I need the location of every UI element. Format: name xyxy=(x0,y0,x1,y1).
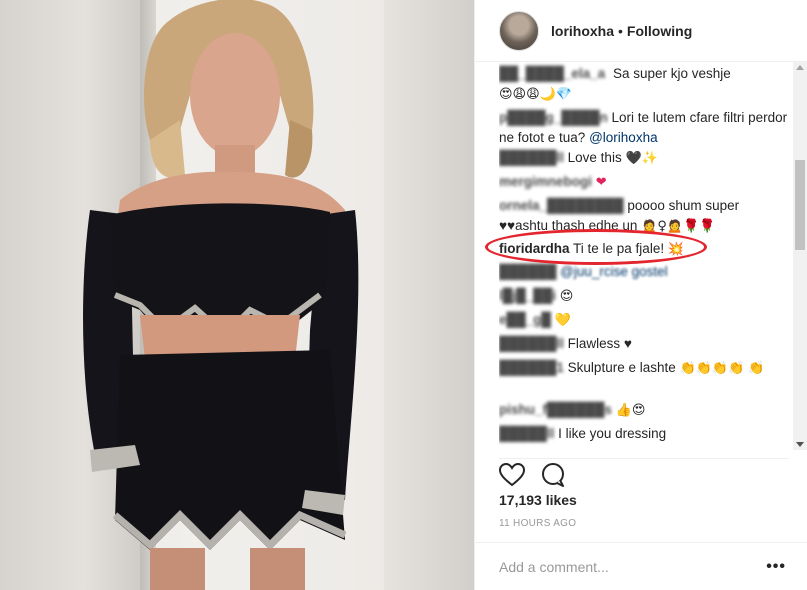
comment-username[interactable]: ██████ll xyxy=(499,150,564,165)
comment-bubble-icon[interactable] xyxy=(541,463,565,492)
comment-emoji: 👍😍 xyxy=(615,403,646,418)
heart-icon[interactable] xyxy=(498,462,526,492)
header-separator: • xyxy=(618,22,623,39)
comment-username[interactable]: mergimnebogi xyxy=(499,174,592,189)
photo-figure xyxy=(83,0,359,590)
comment-mention[interactable]: @juu_rcise gostel xyxy=(560,264,668,279)
comment-username[interactable]: pishu_f██████s xyxy=(499,402,612,417)
post-timestamp[interactable]: 11 HOURS AGO xyxy=(499,518,576,529)
post-header: lorihoxha • Following xyxy=(475,0,807,62)
comment-item: ██_████_ela_a Sa super kjo veshje 😍😩😩🌙💎 xyxy=(499,64,789,105)
scrollbar-thumb[interactable] xyxy=(795,160,805,250)
comment-item: l█j█_██i 😍 xyxy=(499,286,789,307)
comment-emoji: 🖤✨ xyxy=(625,151,658,166)
comment-username[interactable]: l█j█_██i xyxy=(499,288,556,303)
comment-item: pishu_f██████s 👍😍 xyxy=(499,400,789,421)
comment-emoji: 👏👏👏👏 👏 xyxy=(679,361,765,376)
comment-item: p████g_████n Lori te lutem cfare filtri … xyxy=(499,108,789,148)
post-actions xyxy=(498,458,789,487)
comment-username[interactable]: ██████1 xyxy=(499,360,564,375)
comment-username[interactable]: p████g_████n xyxy=(499,110,608,125)
comments-scrollbar[interactable] xyxy=(793,62,807,450)
comment-username[interactable]: ornela_████████ xyxy=(499,198,624,213)
comment-item: mergimnebogi ❤ xyxy=(499,172,789,193)
comment-emoji: 💛 xyxy=(554,313,571,328)
comment-username[interactable]: ██████ll xyxy=(499,336,564,351)
highlight-circle xyxy=(485,229,707,265)
avatar[interactable] xyxy=(499,10,539,51)
comment-text: I like you dressing xyxy=(558,426,667,441)
comment-username[interactable]: █████ll xyxy=(499,426,554,441)
comment-text: Skulpture e lashte xyxy=(567,360,676,375)
comment-emoji: 😍😩😩🌙💎 xyxy=(499,87,573,102)
follow-button[interactable]: Following xyxy=(627,23,692,39)
comment-item: ██████1 Skulpture e lashte 👏👏👏👏 👏 xyxy=(499,358,789,379)
post-photo[interactable] xyxy=(0,0,474,590)
comment-text: Flawless ♥ xyxy=(567,336,632,351)
comment-item: █████ll I like you dressing xyxy=(499,424,789,444)
likes-count[interactable]: 17,193 likes xyxy=(499,492,577,508)
comment-text: Love this xyxy=(567,150,622,165)
comment-item: e██_g█ 💛 xyxy=(499,310,789,331)
comment-emoji: ❤ xyxy=(595,175,607,190)
comment-username[interactable]: e██_g█ xyxy=(499,312,551,327)
comment-emoji: 😍 xyxy=(559,289,574,304)
add-comment-bar: ••• xyxy=(475,542,807,590)
comment-item: ██████ll Love this 🖤✨ xyxy=(499,148,789,169)
comment-username[interactable]: ██████ xyxy=(499,264,556,279)
scroll-down-arrow-icon[interactable] xyxy=(796,442,804,447)
comment-username[interactable]: ██_████_ela_a xyxy=(499,66,605,81)
comment-text: Sa super kjo veshje xyxy=(612,66,731,81)
post-sidebar: lorihoxha • Following ██_████_ela_a Sa s… xyxy=(474,0,807,590)
scroll-up-arrow-icon[interactable] xyxy=(796,65,804,70)
more-options-icon[interactable]: ••• xyxy=(766,558,786,576)
author-username[interactable]: lorihoxha xyxy=(551,23,614,39)
comment-mention[interactable]: @lorihoxha xyxy=(589,130,658,145)
comment-item: ██████ll Flawless ♥ xyxy=(499,334,789,354)
comment-item: ██████ @juu_rcise gostel xyxy=(499,262,789,282)
add-comment-input[interactable] xyxy=(499,556,749,578)
